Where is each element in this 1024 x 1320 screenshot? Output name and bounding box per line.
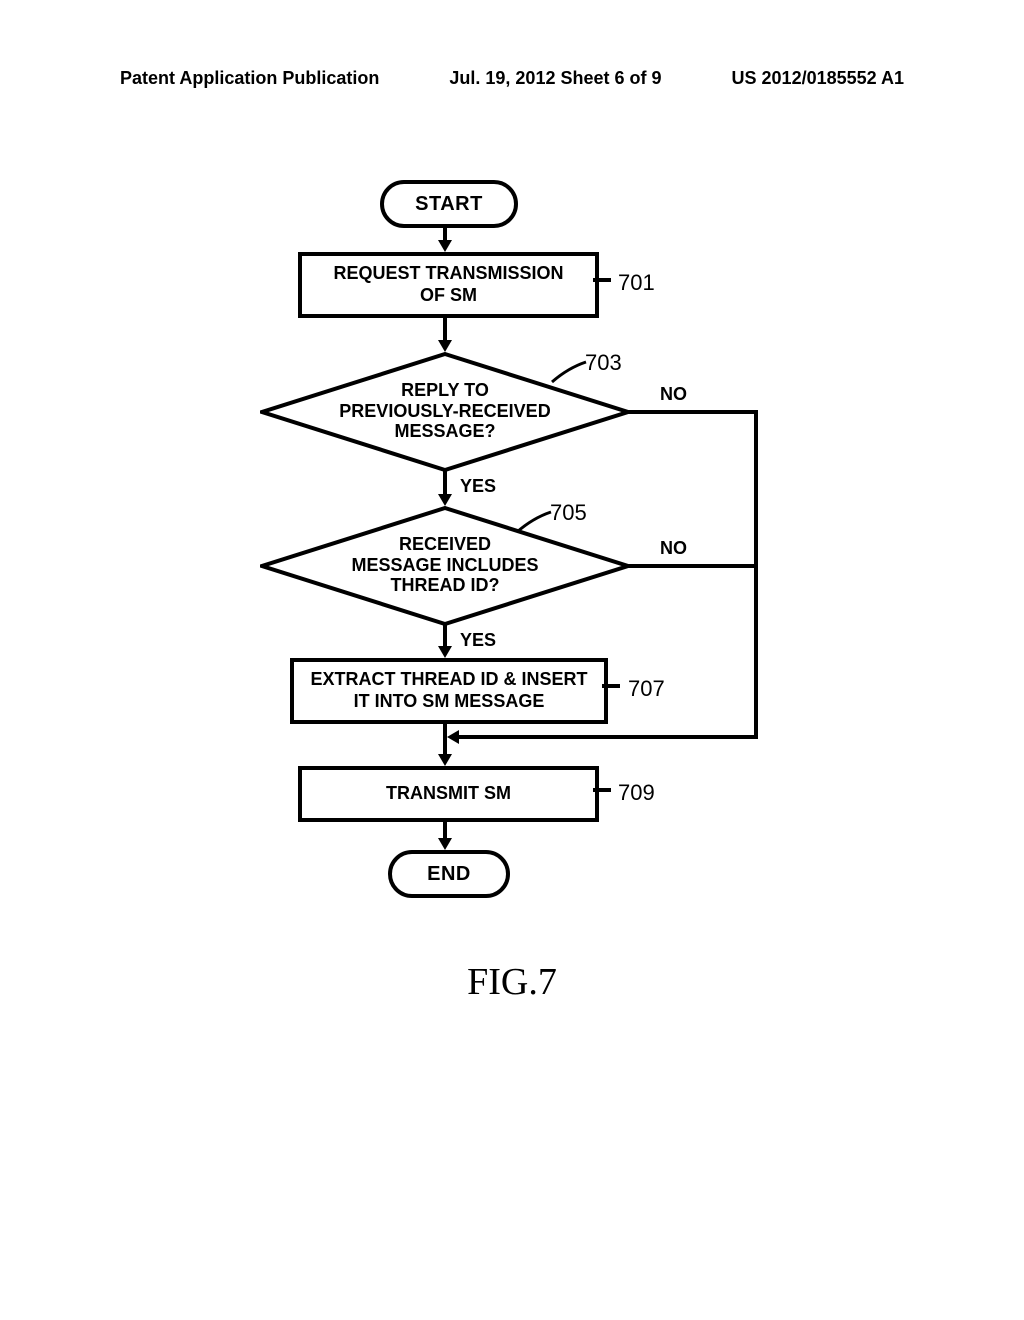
ref-709: 709 [618, 780, 655, 806]
ref-701: 701 [618, 270, 655, 296]
connector [458, 735, 758, 739]
start-label: START [415, 193, 483, 216]
arrow-down-icon [438, 340, 452, 352]
header-publication-type: Patent Application Publication [120, 68, 379, 89]
ref-705: 705 [550, 500, 587, 526]
end-terminal: END [388, 850, 510, 898]
leader-line [550, 360, 590, 390]
arrow-down-icon [438, 240, 452, 252]
page-header: Patent Application Publication Jul. 19, … [120, 68, 904, 89]
reference-tick [602, 684, 620, 688]
step-709-text: TRANSMIT SM [386, 783, 511, 805]
connector [628, 410, 758, 414]
connector [628, 564, 758, 568]
reference-tick [593, 788, 611, 792]
header-date-sheet: Jul. 19, 2012 Sheet 6 of 9 [449, 68, 661, 89]
step-709-box: TRANSMIT SM [298, 766, 599, 822]
branch-yes-705: YES [460, 630, 496, 651]
ref-703: 703 [585, 350, 622, 376]
figure-label: FIG.7 [0, 960, 1024, 1004]
header-publication-number: US 2012/0185552 A1 [732, 68, 904, 89]
arrow-down-icon [438, 838, 452, 850]
arrow-down-icon [438, 754, 452, 766]
ref-707: 707 [628, 676, 665, 702]
step-707-box: EXTRACT THREAD ID & INSERT IT INTO SM ME… [290, 658, 608, 724]
branch-no-703: NO [660, 384, 687, 405]
start-terminal: START [380, 180, 518, 228]
arrow-down-icon [438, 494, 452, 506]
end-label: END [427, 863, 471, 886]
reference-tick [593, 278, 611, 282]
connector [754, 708, 758, 739]
connector [443, 314, 447, 342]
step-707-text: EXTRACT THREAD ID & INSERT IT INTO SM ME… [310, 669, 587, 712]
connector [443, 818, 447, 840]
connector [443, 470, 447, 496]
connector [443, 624, 447, 648]
flowchart-diagram: START REQUEST TRANSMISSION OF SM 701 REP… [230, 180, 790, 900]
branch-yes-703: YES [460, 476, 496, 497]
arrow-left-icon [447, 730, 459, 744]
step-701-box: REQUEST TRANSMISSION OF SM [298, 252, 599, 318]
leader-line [515, 510, 555, 540]
arrow-down-icon [438, 646, 452, 658]
step-701-text: REQUEST TRANSMISSION OF SM [333, 263, 563, 306]
connector [754, 410, 758, 708]
branch-no-705: NO [660, 538, 687, 559]
